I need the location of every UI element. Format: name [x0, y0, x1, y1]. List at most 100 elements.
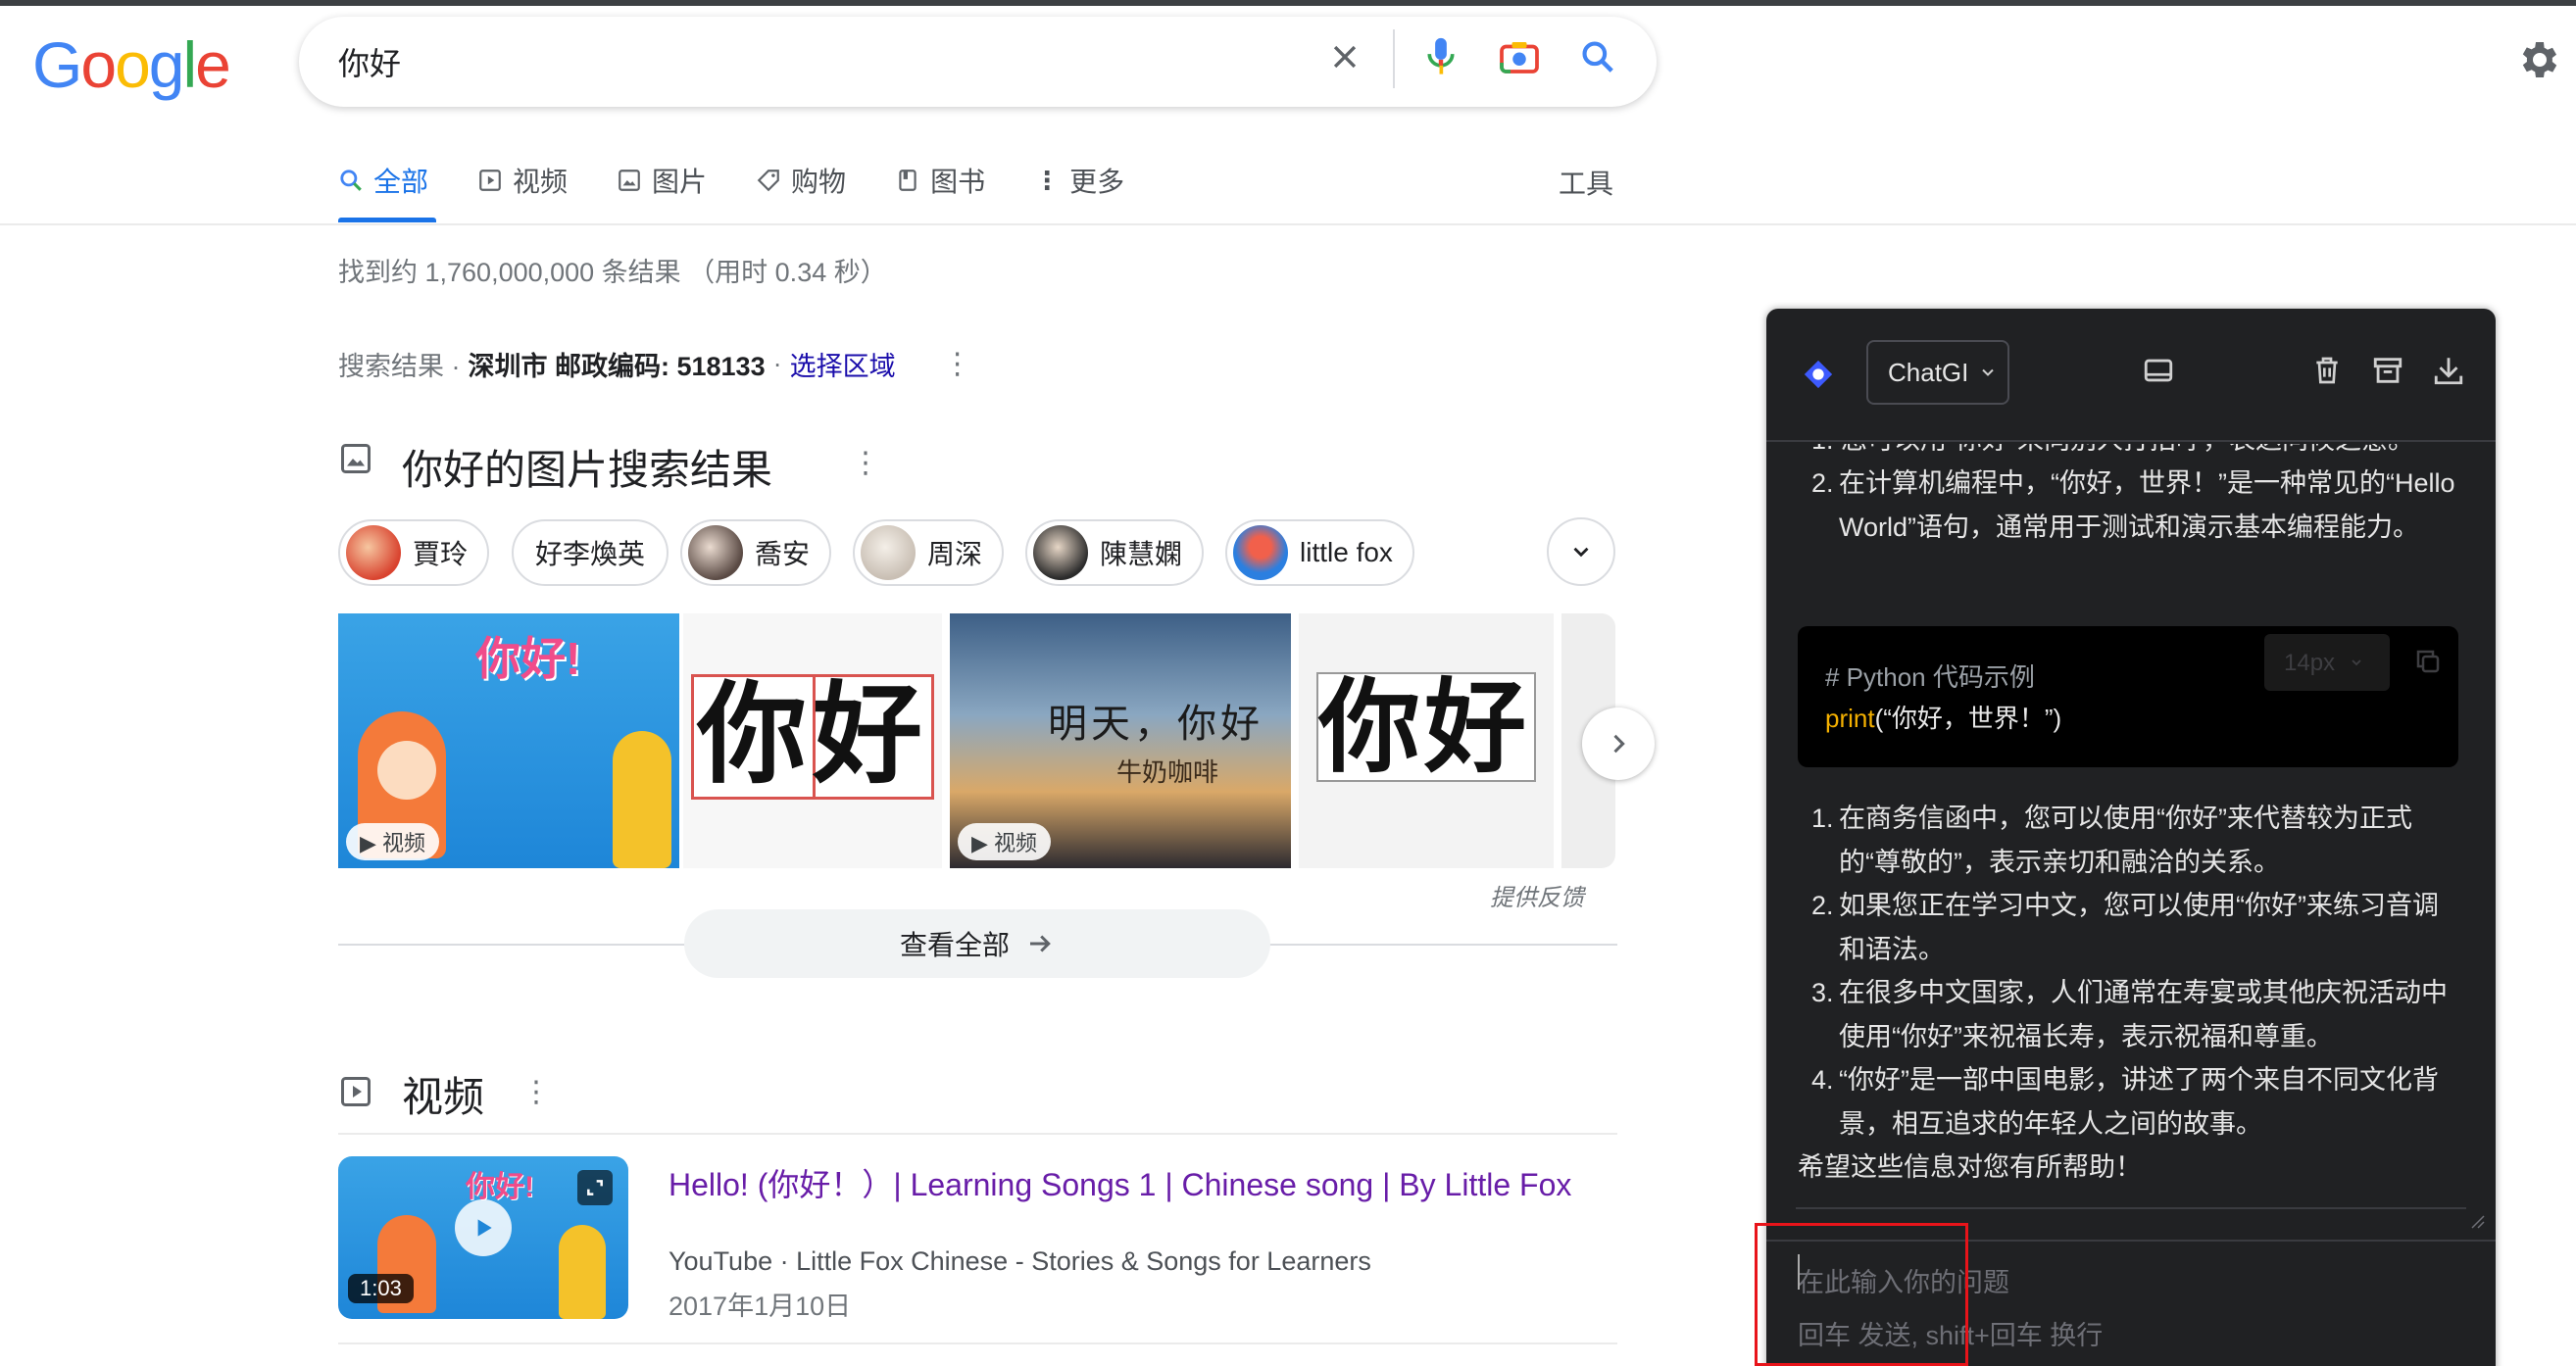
more-vert-icon[interactable]: ⋮ — [943, 349, 972, 379]
image-result[interactable]: 你好 — [1299, 613, 1554, 868]
thumb-text: 你好! — [466, 1171, 534, 1203]
choose-region-link[interactable]: 选择区域 — [790, 345, 896, 383]
logo-letter: g — [148, 28, 185, 101]
feedback-link[interactable]: 提供反馈 — [1490, 878, 1584, 912]
copy-icon[interactable] — [2413, 646, 2443, 675]
video-title-link[interactable]: Hello! (你好！）| Learning Songs 1 | Chinese… — [669, 1160, 1571, 1205]
logo-letter: o — [115, 28, 151, 101]
chip-jialing[interactable]: 賈玲 — [338, 519, 490, 586]
see-all-button[interactable]: 查看全部 — [684, 909, 1270, 978]
model-label: ChatGI — [1888, 357, 1969, 387]
expand-icon[interactable] — [577, 1170, 613, 1205]
list-number: 2. — [1811, 891, 1834, 920]
archive-icon[interactable] — [2368, 351, 2407, 390]
chevron-right-icon — [1613, 734, 1625, 754]
chat-header: ChatGI — [1766, 309, 2496, 442]
google-logo[interactable]: Google — [32, 27, 231, 102]
chip-haoli[interactable]: 好李煥英 — [512, 519, 669, 586]
list-number: 3. — [1811, 978, 1834, 1007]
see-all-label: 查看全部 — [899, 930, 1010, 960]
play-icon — [479, 170, 501, 191]
chip-chenhuixian[interactable]: 陳慧嫻 — [1025, 519, 1205, 586]
logo-letter: e — [195, 28, 231, 101]
tab-images[interactable]: 图片 — [617, 161, 707, 200]
list-text: 在很多中文国家，人们通常在寿宴或其他庆祝活动中使用“你好”来祝福长寿，表示祝福和… — [1839, 978, 2448, 1051]
avatar — [688, 525, 743, 580]
result-stats: 找到约 1,760,000,000 条结果 （用时 0.34 秒） — [338, 258, 887, 287]
video-badge: ▶ 视频 — [346, 823, 440, 860]
tag-icon — [757, 170, 779, 192]
clear-icon[interactable] — [1323, 35, 1366, 78]
font-size-label: 14px — [2284, 649, 2336, 676]
tab-label: 视频 — [513, 167, 569, 197]
download-icon[interactable] — [2429, 351, 2468, 390]
more-vert-icon[interactable]: ⋮ — [521, 1078, 551, 1107]
header-divider — [0, 223, 2576, 225]
list-item: 2. 在计算机编程中，“你好，世界！”是一种常见的“Hello World”语句… — [1811, 462, 2458, 550]
list-text: 如果您正在学习中文，您可以使用“你好”来练习音调和语法。 — [1839, 891, 2439, 964]
image-result[interactable]: 你好 — [683, 613, 942, 868]
chip-littlefox[interactable]: little fox — [1225, 519, 1414, 586]
videos-section-title: 视频 — [402, 1074, 485, 1120]
chip-qiaoan[interactable]: 喬安 — [680, 519, 832, 586]
chip-zhoushen[interactable]: 周深 — [853, 519, 1005, 586]
list-item: 4. “你好”是一部中国电影，讲述了两个来自不同文化背景，相互追求的年轻人之间的… — [1811, 1058, 2458, 1146]
thumb-text: 你好! — [475, 633, 581, 684]
chip-label: 周深 — [927, 539, 983, 569]
font-size-select[interactable]: 14px — [2264, 634, 2390, 691]
list-number: 2. — [1811, 468, 1834, 498]
resize-handle-icon[interactable] — [2470, 1214, 2486, 1235]
list-text: 在商务信函中，您可以使用“你好”来代替较为正式的“尊敬的”，表示亲切和融洽的关系… — [1839, 804, 2412, 877]
chatgpt-sidebar: ChatGI 1. 您可以用“你好”来向别人打招呼，表达问候之意。 2. 在计算… — [1766, 309, 2496, 1366]
expand-chips-button[interactable] — [1547, 517, 1615, 586]
tab-label: 全部 — [373, 167, 429, 197]
model-select[interactable]: ChatGI — [1866, 340, 2009, 405]
cartoon-boy — [559, 1225, 606, 1319]
code-block: # Python 代码示例 print(“你好，世界！”) 14px — [1798, 626, 2458, 767]
code-function: print — [1825, 704, 1875, 733]
avatar — [346, 525, 401, 580]
tab-videos[interactable]: 视频 — [477, 161, 568, 200]
next-images-button[interactable] — [1582, 707, 1655, 780]
code-comment: # Python 代码示例 — [1825, 662, 2035, 692]
search-input[interactable]: 你好 — [338, 39, 401, 84]
tools-button[interactable]: 工具 — [1559, 163, 1613, 202]
divider — [338, 1133, 1617, 1135]
camera-lens-icon[interactable] — [1498, 35, 1541, 78]
settings-gear-icon[interactable] — [2514, 36, 2561, 83]
tab-all[interactable]: 全部 — [338, 161, 428, 200]
list-item: 2. 如果您正在学习中文，您可以使用“你好”来练习音调和语法。 — [1811, 884, 2458, 972]
thumb-text: 你好 — [697, 670, 928, 799]
more-vert-icon[interactable]: ⋮ — [851, 449, 880, 478]
chip-label: little fox — [1300, 537, 1393, 567]
images-section-title: 你好的图片搜索结果 — [402, 447, 773, 493]
chip-label: 喬安 — [755, 539, 811, 569]
tab-more[interactable]: ⋮ 更多 — [1034, 161, 1124, 200]
video-source: YouTube · Little Fox Chinese - Stories &… — [669, 1246, 1371, 1276]
video-thumbnail[interactable]: 你好! 1:03 — [338, 1156, 628, 1319]
chevron-down-icon — [1982, 368, 1995, 376]
tab-label: 图书 — [930, 167, 986, 197]
search-icon[interactable] — [1576, 35, 1619, 78]
location-sep: · — [772, 349, 782, 378]
avatar — [861, 525, 916, 580]
microphone-icon[interactable] — [1419, 35, 1462, 78]
play-button[interactable] — [455, 1199, 512, 1256]
location-prefix: 搜索结果 · — [338, 352, 461, 381]
chip-label: 陳慧嫻 — [1100, 539, 1183, 569]
logo-letter: l — [182, 28, 198, 101]
location-line: 搜索结果 · 深圳市 邮政编码: 518133 · 选择区域 ⋮ — [338, 345, 972, 383]
tab-shopping[interactable]: 购物 — [756, 161, 846, 200]
closing-message: 希望这些信息对您有所帮助！ — [1798, 1152, 2142, 1182]
chevron-down-icon — [2352, 659, 2361, 666]
list-text: 在计算机编程中，“你好，世界！”是一种常见的“Hello World”语句，通常… — [1839, 468, 2455, 542]
active-tab-indicator — [338, 218, 436, 222]
image-result[interactable]: 明天，你好 牛奶咖啡 ▶ 视频 — [950, 613, 1291, 868]
avatar — [1233, 525, 1288, 580]
trash-icon[interactable] — [2307, 351, 2347, 390]
book-icon — [899, 170, 916, 191]
tab-books[interactable]: 图书 — [895, 161, 985, 200]
window-icon[interactable] — [2139, 351, 2178, 390]
cartoon-face — [377, 741, 436, 800]
image-result[interactable]: 你好! ▶ 视频 — [338, 613, 679, 868]
